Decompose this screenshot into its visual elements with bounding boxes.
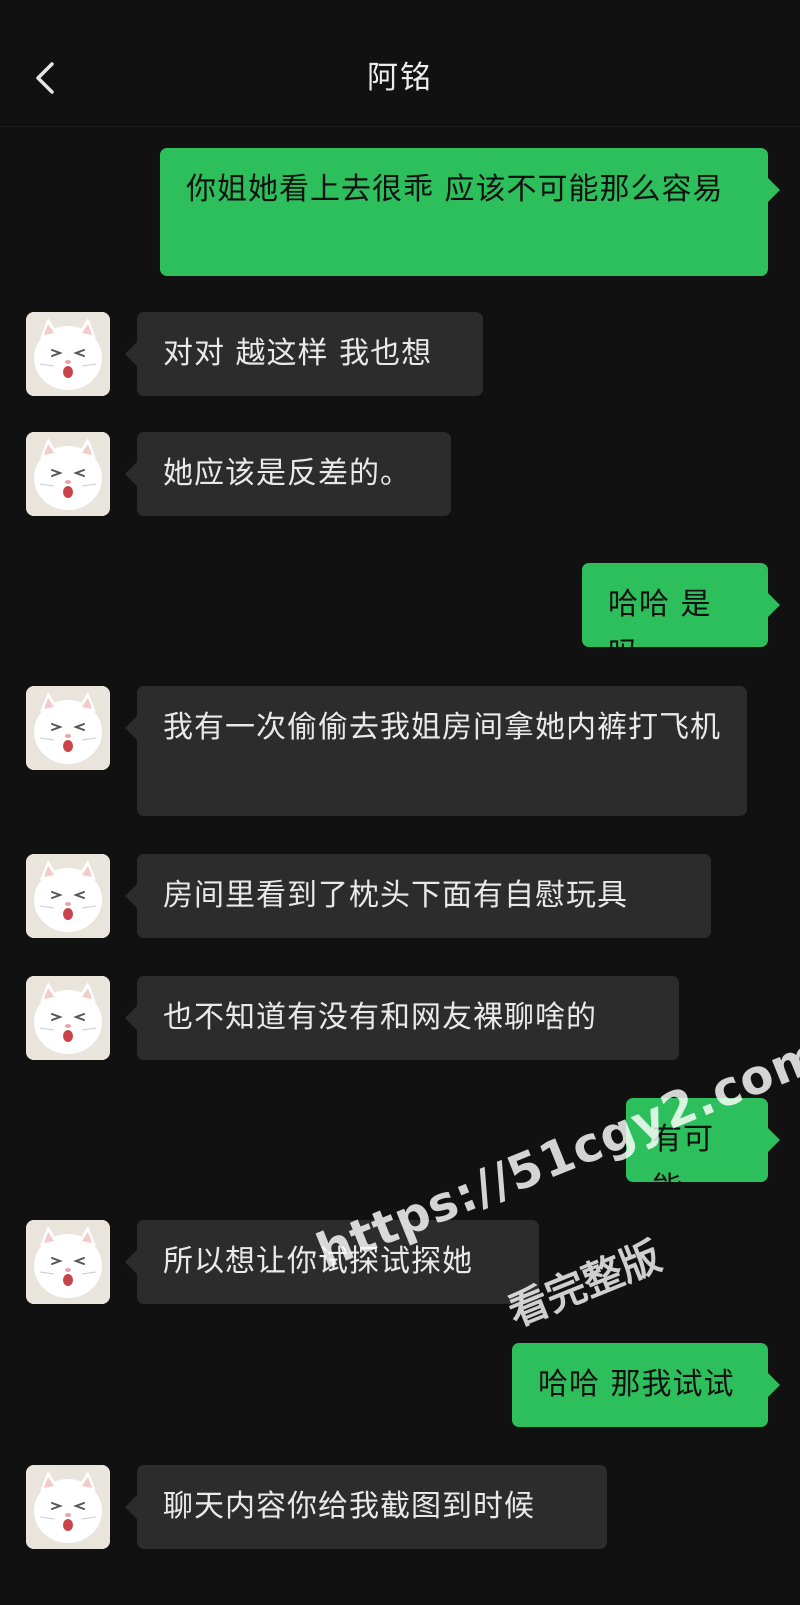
message-bubble-incoming[interactable]: 房间里看到了枕头下面有自慰玩具 (125, 854, 711, 938)
chat-header: 阿铭 (0, 0, 800, 127)
contact-avatar[interactable] (26, 686, 110, 770)
cat-face-icon (26, 686, 110, 770)
cat-face-icon (26, 312, 110, 396)
message-bubble-incoming[interactable]: 我有一次偷偷去我姐房间拿她内裤打飞机 (125, 686, 747, 816)
cat-face-icon (26, 1220, 110, 1304)
contact-avatar[interactable] (26, 976, 110, 1060)
contact-avatar[interactable] (26, 1220, 110, 1304)
cat-face-icon (26, 854, 110, 938)
contact-avatar[interactable] (26, 432, 110, 516)
cat-face-icon (26, 976, 110, 1060)
cat-face-icon (26, 1465, 110, 1549)
message-bubble-incoming[interactable]: 所以想让你试探试探她 (125, 1220, 539, 1304)
contact-avatar[interactable] (26, 312, 110, 396)
contact-avatar[interactable] (26, 854, 110, 938)
message-bubble-outgoing[interactable]: 有可能 (626, 1098, 780, 1206)
message-bubble-incoming[interactable]: 也不知道有没有和网友裸聊啥的 (125, 976, 679, 1060)
message-bubble-outgoing[interactable]: 哈哈 是吗 (582, 563, 780, 671)
contact-avatar[interactable] (26, 1465, 110, 1549)
chat-title: 阿铭 (367, 60, 433, 96)
message-bubble-incoming[interactable]: 她应该是反差的。 (125, 432, 451, 516)
message-bubble-incoming[interactable]: 聊天内容你给我截图到时候 (125, 1465, 607, 1549)
message-bubble-incoming[interactable]: 对对 越这样 我也想 (125, 312, 483, 396)
message-bubble-outgoing[interactable]: 哈哈 那我试试 (512, 1343, 780, 1427)
message-bubble-outgoing[interactable]: 你姐她看上去很乖 应该不可能那么容易 (160, 148, 780, 276)
cat-face-icon (26, 432, 110, 516)
